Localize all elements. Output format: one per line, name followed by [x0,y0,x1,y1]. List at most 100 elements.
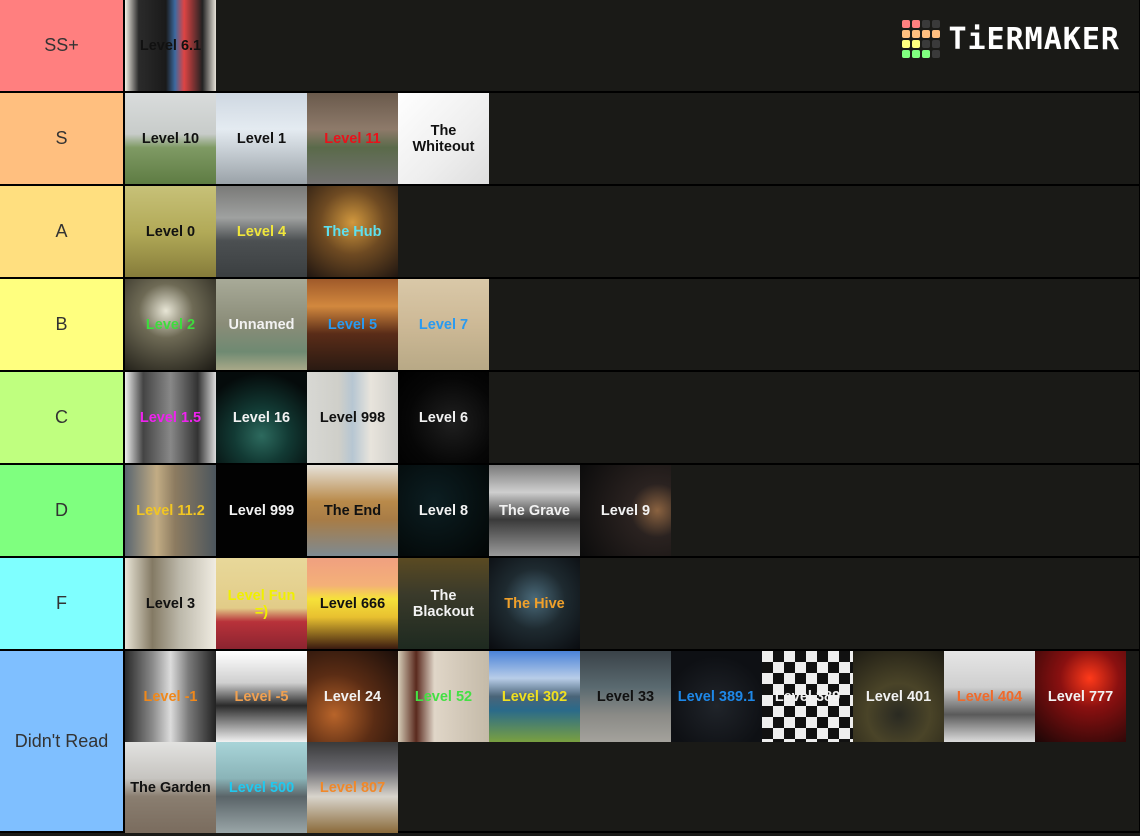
tier-label[interactable]: S [0,93,125,184]
tier-items-container[interactable]: Level 3 Level Fun =) Level 666 The Blackout… [125,558,1140,649]
tier-item-label: Level 404 [956,688,1023,705]
tier-item-label: Level Fun =) [227,587,296,620]
tier-item-card[interactable]: Level 807 [307,742,398,833]
tier-item-card[interactable]: Level 10 [125,93,216,184]
logo-grid-cell [932,40,941,48]
tier-item-card[interactable]: Level 9 [580,465,671,556]
tier-label[interactable]: C [0,372,125,463]
logo-grid-cell [902,50,911,58]
tier-item-card[interactable]: Unnamed [216,279,307,370]
tiermaker-logo[interactable]: TiERMAKER [902,20,1120,58]
tier-item-label: Level 666 [319,595,386,612]
tier-item-label: The Whiteout [412,122,475,155]
tier-item-card[interactable]: Level 999 [216,465,307,556]
tier-item-card[interactable]: Level 500 [216,742,307,833]
logo-grid-cell [902,30,911,38]
tier-item-label: The Hive [504,595,565,612]
tier-label[interactable]: Didn't Read [0,651,125,831]
logo-grid-cell [902,40,911,48]
tier-item-label: The End [323,502,382,519]
tiermaker-grid-icon [902,20,941,58]
logo-grid-cell [922,50,931,58]
tier-item-card[interactable]: Level 7 [398,279,489,370]
tier-item-card[interactable]: The End [307,465,398,556]
tier-item-card[interactable]: Level 998 [307,372,398,463]
tier-item-card[interactable]: Level 33 [580,651,671,742]
tier-items-container[interactable]: Level 2 Unnamed Level 5 Level 7 [125,279,1140,370]
tier-item-card[interactable]: Level 1 [216,93,307,184]
tier-list: SS+ Level 6.1 S Level 10 Level 1 Level 11 The … [0,0,1140,833]
tier-items-container[interactable]: Level 10 Level 1 Level 11 The Whiteout [125,93,1140,184]
tier-item-card[interactable]: Level 401 [853,651,944,742]
tier-items-container[interactable]: Level 0 Level 4 The Hub [125,186,1140,277]
logo-grid-cell [932,50,941,58]
tier-item-card[interactable]: Level 0 [125,186,216,277]
tier-item-label: Unnamed [228,316,295,333]
tier-label[interactable]: SS+ [0,0,125,91]
tier-label[interactable]: D [0,465,125,556]
tier-item-label: Level 1.5 [139,409,202,426]
tier-item-card[interactable]: The Grave [489,465,580,556]
tier-row: A Level 0 Level 4 The Hub [0,186,1140,279]
tier-item-card[interactable]: Level 4 [216,186,307,277]
tier-item-card[interactable]: Level 11.2 [125,465,216,556]
tier-item-label: Level 11.2 [136,502,205,519]
tier-item-card[interactable]: Level 11 [307,93,398,184]
logo-text: TiERMAKER [948,21,1120,57]
tier-item-label: Level 500 [228,779,295,796]
tier-item-label: Level 6 [418,409,469,426]
tier-item-card[interactable]: Level 8 [398,465,489,556]
tier-label[interactable]: F [0,558,125,649]
tier-item-card[interactable]: Level 2 [125,279,216,370]
tier-item-card[interactable]: Level 1.5 [125,372,216,463]
tier-item-label: Level 16 [232,409,291,426]
tier-item-label: Level 807 [319,779,386,796]
tier-item-card[interactable]: The Hub [307,186,398,277]
tier-row: S Level 10 Level 1 Level 11 The Whiteout [0,93,1140,186]
logo-grid-cell [912,30,921,38]
tier-item-card[interactable]: Level 302 [489,651,580,742]
tier-item-card[interactable]: Level 52 [398,651,489,742]
tier-item-label: Level 998 [319,409,386,426]
tier-label[interactable]: A [0,186,125,277]
logo-grid-cell [932,30,941,38]
tier-items-container[interactable]: Level -1 Level -5 Level 24 Level 52 Level 30… [125,651,1140,833]
tier-item-card[interactable]: Level Fun =) [216,558,307,649]
logo-grid-cell [922,40,931,48]
tier-item-card[interactable]: Level 16 [216,372,307,463]
tier-item-card[interactable]: Level 3 [125,558,216,649]
tier-item-label: Level 0 [145,223,196,240]
tier-item-card[interactable]: Level 404 [944,651,1035,742]
tier-item-label: The Hub [323,223,382,240]
tier-item-card[interactable]: Level -1 [125,651,216,742]
tier-item-card[interactable]: Level -5 [216,651,307,742]
tier-item-card[interactable]: The Whiteout [398,93,489,184]
tier-item-card[interactable]: Level 24 [307,651,398,742]
tier-item-card[interactable]: Level 777 [1035,651,1126,742]
tier-item-card[interactable]: Level 389 [762,651,853,742]
tier-item-card[interactable]: The Blackout [398,558,489,649]
tier-row: C Level 1.5 Level 16 Level 998 Level 6 [0,372,1140,465]
tier-item-label: Level 33 [596,688,655,705]
tier-items-container[interactable]: Level 11.2 Level 999 The End Level 8 The Gra… [125,465,1140,556]
tier-item-card[interactable]: The Hive [489,558,580,649]
tier-item-label: Level 302 [501,688,568,705]
tier-item-card[interactable]: Level 389.1 [671,651,762,742]
tier-item-card[interactable]: Level 6.1 [125,0,216,91]
tier-item-card[interactable]: Level 666 [307,558,398,649]
tier-label[interactable]: B [0,279,125,370]
tier-item-label: The Garden [130,779,211,796]
tier-item-label: Level 52 [414,688,473,705]
tier-row: Didn't Read Level -1 Level -5 Level 24 Level… [0,651,1140,833]
tier-row: B Level 2 Unnamed Level 5 Level 7 [0,279,1140,372]
tier-item-card[interactable]: The Garden [125,742,216,833]
tier-items-container[interactable]: Level 1.5 Level 16 Level 998 Level 6 [125,372,1140,463]
tier-item-label: Level 389.1 [677,688,756,705]
tier-item-card[interactable]: Level 6 [398,372,489,463]
tier-item-label: Level 5 [327,316,378,333]
tier-item-label: Level 999 [228,502,295,519]
tier-item-card[interactable]: Level 5 [307,279,398,370]
logo-grid-cell [932,20,941,28]
tier-item-label: Level 3 [145,595,196,612]
tier-item-label: Level 8 [418,502,469,519]
